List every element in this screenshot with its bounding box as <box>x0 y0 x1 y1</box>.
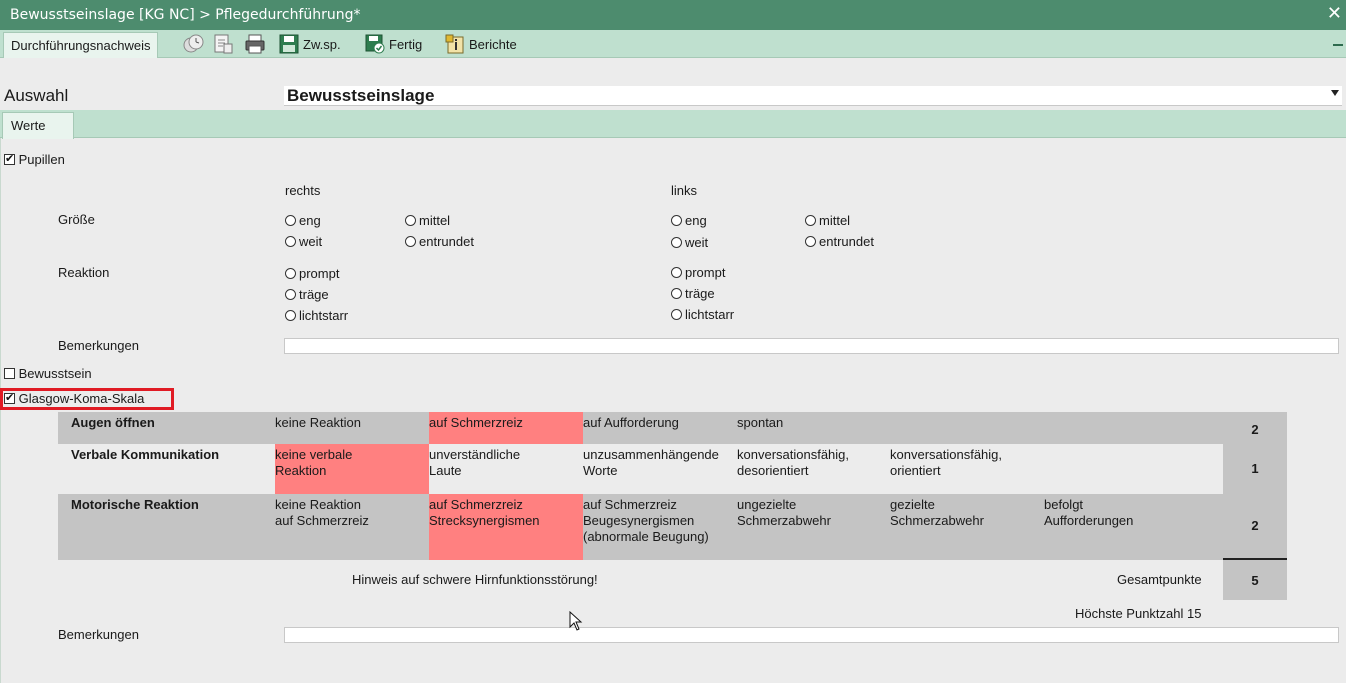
radio-circle[interactable] <box>805 236 816 247</box>
window-title: Bewusstseinslage [KG NC] > Pflegedurchfü… <box>10 7 361 23</box>
gcs-option[interactable]: gezielte Schmerzabwehr <box>890 494 1044 560</box>
col-rechts-label: rechts <box>285 183 321 198</box>
minimize-icon[interactable] <box>1333 44 1343 46</box>
radio-rechts-lichtstarr[interactable]: lichtstarr <box>285 308 348 323</box>
radio-circle[interactable] <box>285 268 296 279</box>
bewusstsein-label: Bewusstsein <box>18 366 92 381</box>
gcs-total-value: 5 <box>1223 560 1287 600</box>
radio-rechts-entrundet[interactable]: entrundet <box>405 234 474 249</box>
gcs-bemerkungen-field[interactable] <box>284 627 1339 643</box>
chevron-down-icon[interactable] <box>1331 90 1339 96</box>
gcs-bemerkungen-label: Bemerkungen <box>58 627 139 642</box>
gcs-option[interactable]: unzusammenhängende Worte <box>583 444 737 494</box>
save-intermediate-button[interactable]: Zw.sp. <box>279 32 341 56</box>
gcs-row-title: Augen öffnen <box>71 415 155 430</box>
done-label: Fertig <box>389 36 423 52</box>
gcs-option[interactable]: auf Aufforderung <box>583 412 737 444</box>
radio-circle[interactable] <box>805 215 816 226</box>
radio-rechts-mittel[interactable]: mittel <box>405 213 450 228</box>
gcs-option-selected[interactable]: auf Schmerzreiz Strecksynergismen <box>429 494 583 560</box>
print-icon[interactable] <box>243 32 267 56</box>
radio-rechts-weit[interactable]: weit <box>285 234 322 249</box>
auswahl-value: Bewusstseinslage <box>287 86 435 105</box>
radio-circle[interactable] <box>285 310 296 321</box>
gcs-option[interactable]: unverständliche Laute <box>429 444 583 494</box>
reports-label: Berichte <box>469 36 517 52</box>
groesse-label: Größe <box>58 212 95 227</box>
bewusstsein-checkbox-row[interactable]: Bewusstsein <box>4 366 92 381</box>
auswahl-select[interactable]: Bewusstseinslage <box>284 86 1342 106</box>
gcs-checkbox-row[interactable]: Glasgow-Koma-Skala <box>4 391 144 406</box>
radio-circle[interactable] <box>671 309 682 320</box>
pupillen-bemerkungen-field[interactable] <box>284 338 1339 354</box>
radio-links-lichtstarr[interactable]: lichtstarr <box>671 307 734 322</box>
radio-links-traege[interactable]: träge <box>671 286 715 301</box>
col-links-label: links <box>671 183 698 198</box>
tab-strip: Werte <box>0 110 1346 139</box>
toolbar: Durchführungsnachweis Zw.sp. Fertig Beri… <box>0 30 1346 58</box>
gcs-option[interactable]: auf Schmerzreiz Beugesynergismen (abnorm… <box>583 494 737 560</box>
radio-links-prompt[interactable]: prompt <box>671 265 725 280</box>
gcs-max-label: Höchste Punktzahl 15 <box>1075 606 1202 621</box>
radio-circle[interactable] <box>671 288 682 299</box>
gcs-option[interactable]: befolgt Aufforderungen <box>1044 494 1214 560</box>
radio-rechts-traege[interactable]: träge <box>285 287 329 302</box>
radio-links-eng[interactable]: eng <box>671 213 707 228</box>
pupillen-label: Pupillen <box>18 152 65 167</box>
save-intermediate-label: Zw.sp. <box>303 36 341 52</box>
gcs-option-selected[interactable]: keine verbale Reaktion <box>275 444 429 494</box>
pupillen-bemerkungen-label: Bemerkungen <box>58 338 139 353</box>
done-button[interactable]: Fertig <box>365 32 422 56</box>
auswahl-label: Auswahl <box>4 86 69 105</box>
gcs-option[interactable]: spontan <box>737 412 891 444</box>
gcs-label: Glasgow-Koma-Skala <box>18 391 145 406</box>
gcs-row-score: 1 <box>1223 444 1287 494</box>
mouse-cursor-icon <box>569 611 583 631</box>
radio-circle[interactable] <box>671 267 682 278</box>
radio-circle[interactable] <box>405 236 416 247</box>
gcs-row-verbal: Verbale Kommunikation keine verbale Reak… <box>58 444 1223 494</box>
gcs-row-augen: Augen öffnen keine Reaktion auf Schmerzr… <box>58 412 1223 444</box>
gcs-hint: Hinweis auf schwere Hirnfunktionsstörung… <box>352 572 598 587</box>
gcs-row-score: 2 <box>1223 412 1287 444</box>
gcs-row-score: 2 <box>1223 494 1287 560</box>
pupillen-checkbox[interactable] <box>4 152 15 166</box>
gcs-total-label: Gesamtpunkte <box>1117 572 1202 587</box>
floppy-check-icon <box>365 34 385 54</box>
radio-circle[interactable] <box>671 237 682 248</box>
gcs-option[interactable]: keine Reaktion <box>275 412 429 444</box>
gcs-option[interactable]: konversationsfähig, desorientiert <box>737 444 891 494</box>
radio-circle[interactable] <box>285 236 296 247</box>
radio-circle[interactable] <box>671 215 682 226</box>
tab-durchfuehrungsnachweis[interactable]: Durchführungsnachweis <box>3 32 159 58</box>
tab-werte[interactable]: Werte <box>2 112 74 139</box>
gcs-checkbox[interactable] <box>4 391 15 405</box>
report-info-icon <box>445 34 465 54</box>
reports-button[interactable]: Berichte <box>445 32 517 56</box>
radio-rechts-prompt[interactable]: prompt <box>285 266 339 281</box>
radio-circle[interactable] <box>285 289 296 300</box>
gcs-row-title: Motorische Reaktion <box>71 497 199 512</box>
floppy-disk-icon <box>279 34 299 54</box>
radio-links-entrundet[interactable]: entrundet <box>805 234 874 249</box>
gcs-row-motor: Motorische Reaktion keine Reaktion auf S… <box>58 494 1223 560</box>
gcs-option-selected[interactable]: auf Schmerzreiz <box>429 412 583 444</box>
gcs-option[interactable]: keine Reaktion auf Schmerzreiz <box>275 494 429 560</box>
gcs-option[interactable]: konversationsfähig, orientiert <box>890 444 1044 494</box>
close-icon[interactable]: ✕ <box>1327 3 1342 24</box>
gcs-option[interactable]: ungezielte Schmerzabwehr <box>737 494 891 560</box>
document-list-icon[interactable] <box>211 32 235 56</box>
radio-links-mittel[interactable]: mittel <box>805 213 850 228</box>
reaktion-label: Reaktion <box>58 265 110 280</box>
radio-rechts-eng[interactable]: eng <box>285 213 321 228</box>
radio-circle[interactable] <box>405 215 416 226</box>
bewusstsein-checkbox[interactable] <box>4 368 15 379</box>
pupillen-checkbox-row[interactable]: Pupillen <box>4 152 65 167</box>
radio-links-weit[interactable]: weit <box>671 235 708 250</box>
clock-history-icon[interactable] <box>181 32 205 56</box>
title-bar: Bewusstseinslage [KG NC] > Pflegedurchfü… <box>0 0 1346 30</box>
radio-circle[interactable] <box>285 215 296 226</box>
gcs-row-title: Verbale Kommunikation <box>71 447 220 462</box>
